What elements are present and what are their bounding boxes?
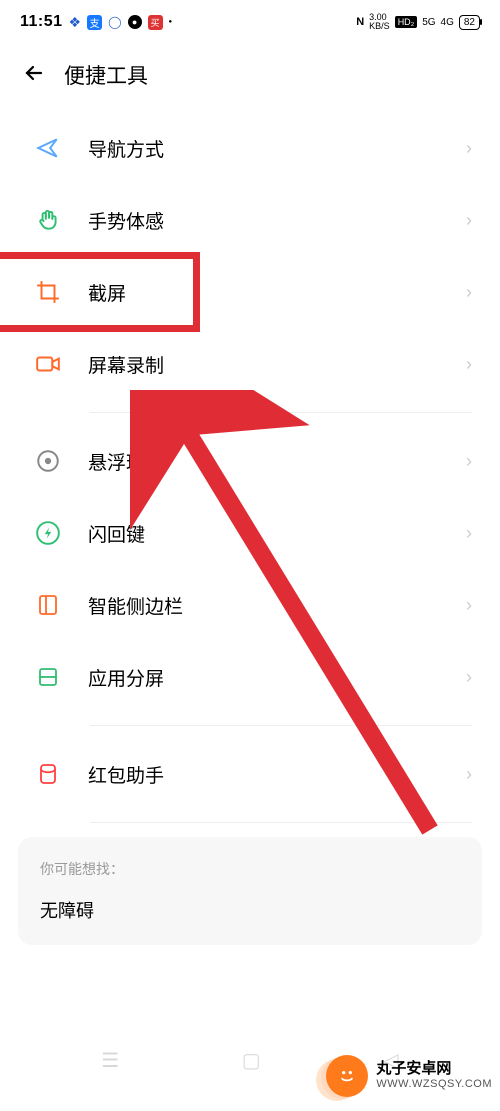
bolt-circle-icon — [34, 519, 62, 547]
chevron-right-icon: › — [466, 282, 472, 303]
watermark-url: WWW.WZSQSY.COM — [376, 1078, 492, 1091]
watermark-logo-icon — [326, 1055, 368, 1097]
row-label: 闪回键 — [88, 520, 466, 547]
watermark: 丸子安卓网 WWW.WZSQSY.COM — [326, 1055, 492, 1097]
alipay-icon: 支 — [87, 15, 102, 30]
status-time: 11:51 — [20, 13, 63, 31]
suggestion-item-accessibility[interactable]: 无障碍 — [40, 897, 460, 923]
row-label: 红包助手 — [88, 761, 466, 788]
row-screen-recording[interactable]: 屏幕录制 › — [0, 328, 500, 400]
network-speed: 3.00 KB/S — [369, 13, 390, 31]
row-label: 悬浮球 — [88, 448, 466, 475]
suggestions-hint: 你可能想找： — [40, 859, 460, 879]
location-icon: ● — [128, 15, 142, 29]
page-title: 便捷工具 — [64, 60, 148, 90]
divider — [90, 822, 472, 823]
nav-home-button[interactable]: ▢ — [242, 1048, 261, 1073]
row-label: 屏幕录制 — [88, 351, 466, 378]
crop-icon — [34, 278, 62, 306]
chevron-right-icon: › — [466, 764, 472, 785]
back-button[interactable] — [22, 61, 46, 90]
side-panel-icon — [34, 591, 62, 619]
page-header: 便捷工具 — [0, 40, 500, 112]
signal-4g-icon: 4G — [441, 17, 454, 28]
watermark-text: 丸子安卓网 WWW.WZSQSY.COM — [376, 1060, 492, 1091]
row-red-packet-assistant[interactable]: 红包助手 › — [0, 738, 500, 810]
chevron-right-icon: › — [466, 523, 472, 544]
chevron-right-icon: › — [466, 595, 472, 616]
status-right: N 3.00 KB/S HD₂ 5G 4G 82 — [356, 13, 480, 31]
row-floating-ball[interactable]: 悬浮球 › — [0, 425, 500, 497]
row-label: 截屏 — [88, 279, 466, 306]
row-navigation-mode[interactable]: 导航方式 › — [0, 112, 500, 184]
chevron-right-icon: › — [466, 451, 472, 472]
app-icon-1: ❖ — [69, 14, 82, 31]
chevron-right-icon: › — [466, 667, 472, 688]
status-left: 11:51 ❖ 支 ◯ ● 买 ● — [20, 13, 172, 31]
row-gesture-motion[interactable]: 手势体感 › — [0, 184, 500, 256]
row-label: 导航方式 — [88, 135, 466, 162]
nav-arrow-icon — [34, 134, 62, 162]
divider — [90, 725, 472, 726]
divider — [90, 412, 472, 413]
row-flashback-key[interactable]: 闪回键 › — [0, 497, 500, 569]
watermark-title: 丸子安卓网 — [376, 1060, 492, 1078]
red-packet-icon — [34, 760, 62, 788]
hd-badge: HD₂ — [395, 16, 418, 28]
chevron-right-icon: › — [466, 354, 472, 375]
row-smart-sidebar[interactable]: 智能侧边栏 › — [0, 569, 500, 641]
row-label: 手势体感 — [88, 207, 466, 234]
hand-icon — [34, 206, 62, 234]
chevron-right-icon: › — [466, 138, 472, 159]
row-split-screen[interactable]: 应用分屏 › — [0, 641, 500, 713]
split-icon — [34, 663, 62, 691]
row-label: 智能侧边栏 — [88, 592, 466, 619]
chevron-right-icon: › — [466, 210, 472, 231]
status-bar: 11:51 ❖ 支 ◯ ● 买 ● N 3.00 KB/S HD₂ 5G 4G … — [0, 0, 500, 40]
nav-recent-button[interactable]: ☰ — [101, 1048, 119, 1073]
target-icon — [34, 447, 62, 475]
signal-5g-icon: 5G — [422, 17, 435, 28]
nfc-icon: N — [356, 16, 364, 28]
search-icon: ◯ — [108, 15, 121, 29]
settings-list: 导航方式 › 手势体感 › 截屏 › 屏幕录制 › 悬浮球 › — [0, 112, 500, 823]
row-label: 应用分屏 — [88, 664, 466, 691]
row-screenshot[interactable]: 截屏 › — [0, 256, 500, 328]
video-icon — [34, 350, 62, 378]
suggestions-card: 你可能想找： 无障碍 — [18, 837, 482, 945]
battery-icon: 82 — [459, 15, 480, 30]
more-dot-icon: ● — [169, 19, 173, 25]
app-icon-red: 买 — [148, 15, 163, 30]
